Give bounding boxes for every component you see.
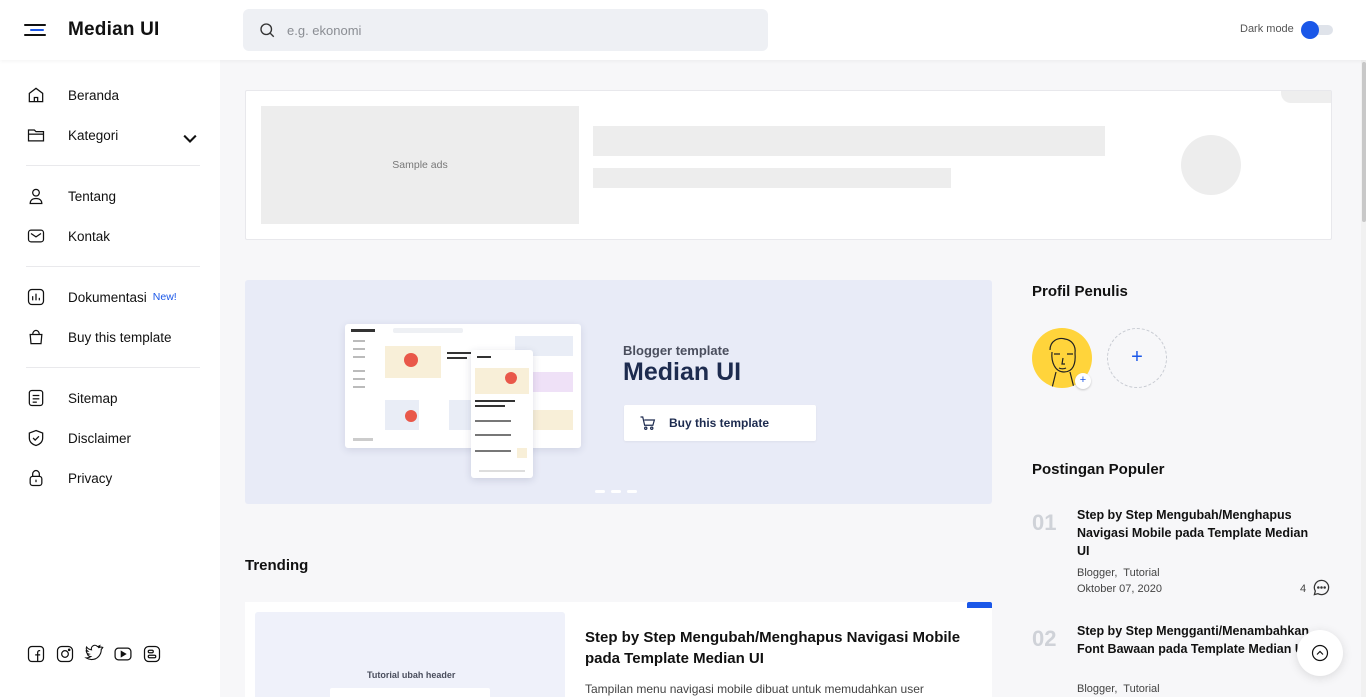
youtube-icon[interactable] — [113, 644, 133, 664]
trending-thumbnail[interactable]: Tutorial ubah header — [255, 612, 565, 697]
carousel-dot[interactable] — [627, 490, 637, 493]
dark-mode-toggle[interactable] — [1301, 21, 1333, 39]
folder-icon — [27, 129, 45, 142]
ads-placeholder: Sample ads — [245, 90, 1332, 240]
carousel-dots — [595, 490, 637, 493]
popular-rank: 01 — [1032, 510, 1057, 535]
brand-title[interactable]: Median UI — [68, 19, 160, 41]
profile-heading: Profil Penulis — [1032, 283, 1128, 300]
sidebar-item-label: Disclaimer — [68, 430, 132, 446]
sidebar-item-sitemap[interactable]: Sitemap — [26, 386, 206, 410]
sidebar-item-tentang[interactable]: Tentang — [26, 184, 206, 208]
skeleton-line — [593, 168, 951, 188]
trending-post-title[interactable]: Step by Step Mengubah/Menghapus Navigasi… — [585, 627, 965, 669]
shield-check-icon — [28, 429, 44, 447]
ads-tab — [1281, 91, 1331, 103]
dark-mode-label: Dark mode — [1240, 23, 1294, 35]
blogger-icon[interactable] — [142, 644, 162, 664]
sidebar-divider — [26, 367, 200, 368]
trending-heading: Trending — [245, 557, 309, 574]
scroll-to-top-button[interactable] — [1297, 630, 1343, 676]
desktop-mockup-image — [345, 324, 581, 448]
sidebar-item-label: Tentang — [68, 188, 117, 204]
sidebar-item-label: Dokumentasi — [68, 289, 147, 305]
ads-image[interactable]: Sample ads — [261, 106, 579, 224]
sidebar-item-disclaimer[interactable]: Disclaimer — [26, 426, 206, 450]
shopping-bag-icon — [29, 329, 43, 345]
mail-icon — [27, 229, 45, 243]
shopping-cart-icon — [640, 416, 656, 430]
chart-doc-icon — [27, 288, 45, 306]
sidebar-item-buy-template[interactable]: Buy this template — [26, 325, 206, 349]
popular-post-title[interactable]: Step by Step Mengubah/Menghapus Navigasi… — [1077, 506, 1322, 560]
banner-buy-button[interactable]: Buy this template — [624, 405, 816, 441]
search-input[interactable] — [287, 9, 747, 51]
carousel-dot[interactable] — [595, 490, 605, 493]
search-bar — [243, 9, 768, 51]
top-header: Median UI Dark mode — [0, 0, 1366, 60]
chevron-down-icon[interactable] — [180, 129, 200, 149]
comment-icon[interactable] — [1312, 578, 1331, 597]
new-badge: New! — [152, 291, 177, 303]
instagram-icon[interactable] — [55, 644, 75, 664]
popular-post-labels: Blogger, Tutorial — [1077, 567, 1160, 579]
label-link[interactable]: Blogger — [1077, 683, 1114, 695]
label-link[interactable]: Tutorial — [1123, 567, 1159, 579]
carousel-dot[interactable] — [611, 490, 621, 493]
trending-card[interactable]: Tutorial ubah header Step by Step Mengub… — [245, 602, 992, 697]
sidebar-item-label: Sitemap — [68, 390, 118, 406]
sidebar-item-label: Kontak — [68, 228, 111, 244]
popular-post-date: Oktober 07, 2020 — [1077, 583, 1163, 595]
thumbnail-text: Tutorial ubah header — [367, 670, 456, 680]
add-author-button[interactable]: + — [1107, 328, 1167, 388]
sidebar-item-privacy[interactable]: Privacy — [26, 466, 206, 490]
banner-subtitle: Blogger template — [623, 343, 730, 358]
banner-title: Median UI — [623, 358, 742, 386]
user-icon — [29, 188, 43, 205]
page-scrollbar[interactable] — [1361, 60, 1366, 697]
lock-icon — [29, 469, 43, 487]
comment-count: 4 — [1300, 583, 1307, 595]
social-links — [26, 644, 162, 664]
facebook-icon[interactable] — [26, 644, 46, 664]
trending-flag — [967, 602, 992, 608]
sidebar-item-label: Beranda — [68, 87, 120, 103]
sidebar-item-kontak[interactable]: Kontak — [26, 224, 206, 248]
hamburger-menu-icon[interactable] — [24, 20, 46, 40]
sidebar-item-kategori[interactable]: Kategori — [26, 123, 206, 147]
banner-button-label: Buy this template — [669, 416, 770, 430]
twitter-icon[interactable] — [84, 644, 104, 664]
skeleton-circle — [1181, 135, 1241, 195]
sidebar-item-dokumentasi[interactable]: Dokumentasi New! — [26, 285, 206, 309]
ads-label: Sample ads — [392, 159, 448, 171]
popular-post-title[interactable]: Step by Step Mengganti/Menambahkan Font … — [1077, 622, 1322, 658]
hero-banner[interactable]: Blogger template Median UI Buy this temp… — [245, 280, 992, 504]
sidebar-item-label: Kategori — [68, 127, 119, 143]
list-doc-icon — [28, 389, 44, 407]
popular-rank: 02 — [1032, 626, 1057, 651]
search-icon — [260, 23, 275, 38]
chevron-up-icon — [1311, 644, 1329, 662]
sidebar-item-label: Privacy — [68, 470, 113, 486]
add-avatar-icon[interactable]: + — [1075, 373, 1091, 389]
mobile-mockup-image — [471, 350, 533, 478]
sidebar-item-beranda[interactable]: Beranda — [26, 83, 206, 107]
label-link[interactable]: Tutorial — [1123, 683, 1159, 695]
sidebar-divider — [26, 266, 200, 267]
sidebar-item-label: Buy this template — [68, 329, 172, 345]
home-icon — [28, 87, 44, 103]
sidebar-divider — [26, 165, 200, 166]
skeleton-line — [593, 126, 1105, 156]
popular-post-labels: Blogger, Tutorial — [1077, 683, 1160, 695]
popular-heading: Postingan Populer — [1032, 461, 1165, 478]
trending-post-snippet: Tampilan menu navigasi mobile dibuat unt… — [585, 682, 924, 696]
sidebar: Beranda Kategori Tentang Kontak Dokument… — [0, 60, 220, 697]
label-link[interactable]: Blogger — [1077, 567, 1114, 579]
